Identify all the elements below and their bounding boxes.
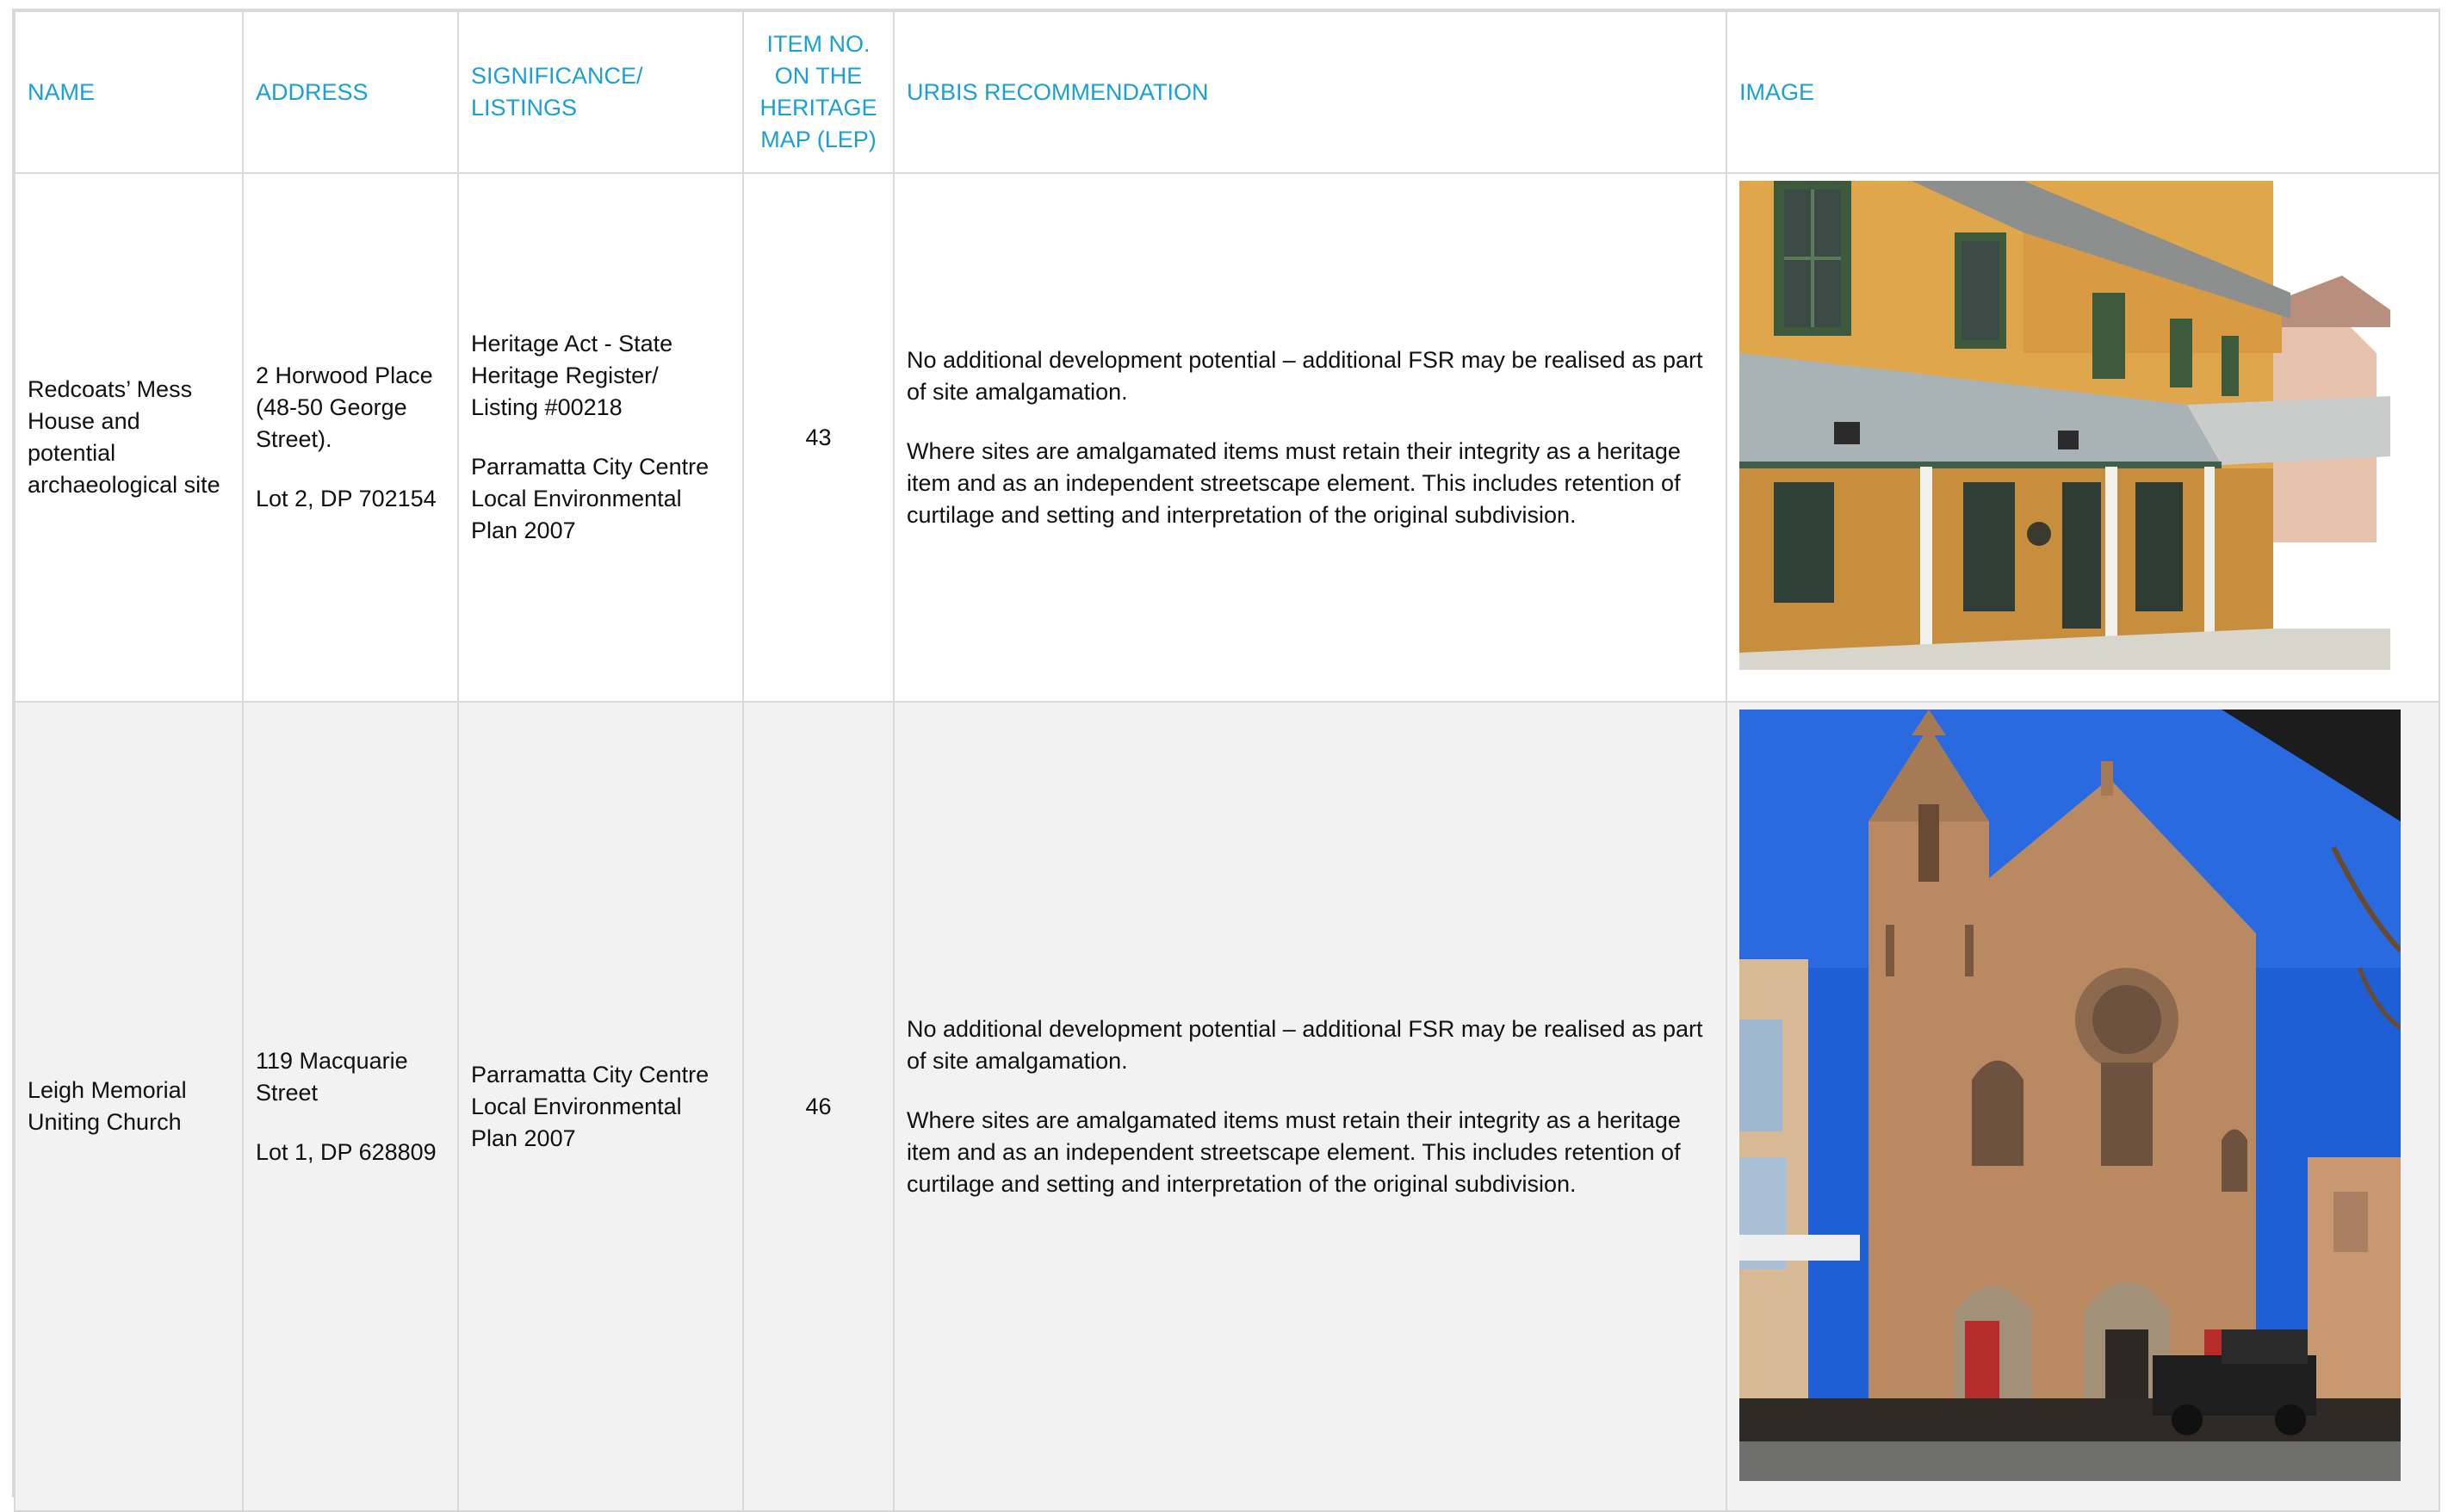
item-number: 43 xyxy=(742,172,895,703)
column-header-image: IMAGE xyxy=(1726,10,2440,174)
column-header-recommendation: URBIS RECOMMENDATION xyxy=(893,10,1727,174)
item-significance-listing: Heritage Act - State Heritage Register/ … xyxy=(471,331,673,420)
item-name: Leigh Memorial Uniting Church xyxy=(14,701,244,1512)
column-header-item-no: ITEM NO. ON THE HERITAGE MAP (LEP) xyxy=(742,10,895,174)
item-number: 46 xyxy=(742,701,895,1512)
mess-house-photo xyxy=(1739,181,2390,670)
item-lot: Lot 2, DP 702154 xyxy=(256,486,437,511)
table-header-row: NAME ADDRESS SIGNIFICANCE/ LISTINGS ITEM… xyxy=(14,10,2440,174)
item-recommendation: No additional development potential – ad… xyxy=(907,1015,1703,1074)
item-significance-listing: Parramatta City Centre Local Environment… xyxy=(471,454,710,543)
item-significance-cell: Parramatta City Centre Local Environment… xyxy=(457,701,744,1512)
item-recommendation: Where sites are amalgamated items must r… xyxy=(907,437,1681,528)
column-header-name: NAME xyxy=(14,10,244,174)
item-address: 119 Macquarie Street xyxy=(256,1047,408,1106)
heritage-items-sheet: NAME ADDRESS SIGNIFICANCE/ LISTINGS ITEM… xyxy=(12,9,2440,1512)
item-significance-listing: Parramatta City Centre Local Environment… xyxy=(471,1061,710,1151)
item-significance-cell: Heritage Act - State Heritage Register/ … xyxy=(457,172,744,703)
table-row: Redcoats’ Mess House and potential archa… xyxy=(14,172,2440,703)
item-recommendation: No additional development potential – ad… xyxy=(907,346,1703,405)
item-address-cell: 119 Macquarie Street Lot 1, DP 628809 xyxy=(242,701,459,1512)
item-image-cell xyxy=(1726,172,2440,703)
item-recommendation-cell: No additional development potential – ad… xyxy=(893,172,1727,703)
item-address-cell: 2 Horwood Place (48-50 George Street). L… xyxy=(242,172,459,703)
item-lot: Lot 1, DP 628809 xyxy=(256,1138,437,1165)
heritage-items-table: NAME ADDRESS SIGNIFICANCE/ LISTINGS ITEM… xyxy=(14,10,2440,1512)
church-photo xyxy=(1739,710,2401,1481)
column-header-significance: SIGNIFICANCE/ LISTINGS xyxy=(457,10,744,174)
table-row: Leigh Memorial Uniting Church 119 Macqua… xyxy=(14,701,2440,1512)
item-address: 2 Horwood Place (48-50 George Street). xyxy=(256,363,433,452)
column-header-address: ADDRESS xyxy=(242,10,459,174)
item-recommendation: Where sites are amalgamated items must r… xyxy=(907,1106,1681,1197)
item-name: Redcoats’ Mess House and potential archa… xyxy=(14,172,244,703)
item-recommendation-cell: No additional development potential – ad… xyxy=(893,701,1727,1512)
item-image-cell xyxy=(1726,701,2440,1512)
